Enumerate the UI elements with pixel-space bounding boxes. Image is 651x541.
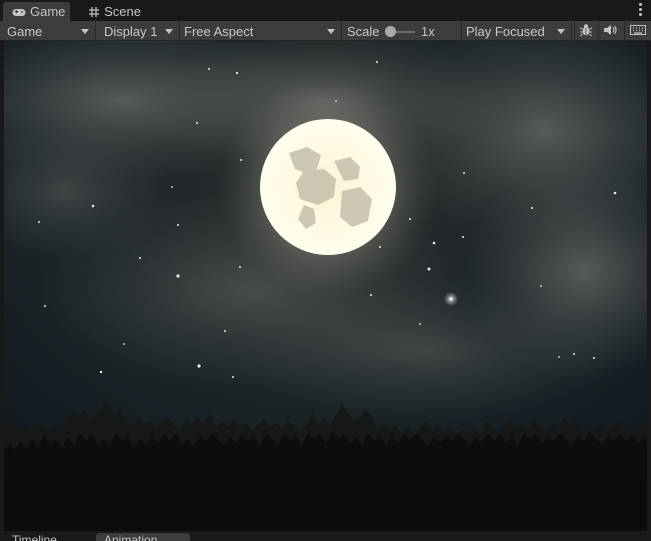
scale-slider-track[interactable] (393, 31, 415, 33)
speaker-icon (603, 24, 617, 39)
tab-timeline[interactable]: Timeline (4, 533, 86, 541)
display-select[interactable]: Display 1 (96, 21, 180, 41)
tab-animation-label: Animation (104, 533, 158, 541)
stats-button[interactable] (574, 21, 596, 41)
tab-timeline-label: Timeline (12, 533, 57, 541)
moon (218, 77, 438, 297)
chevron-down-icon (81, 29, 89, 34)
view-select[interactable]: Game (0, 21, 96, 41)
scale-slider-handle[interactable] (385, 26, 396, 37)
game-view[interactable] (4, 41, 647, 531)
aspect-select-label: Free Aspect (184, 23, 254, 39)
chevron-down-icon (165, 29, 173, 34)
keyboard-icon (630, 24, 646, 39)
play-mode-select[interactable]: Play Focused (462, 21, 572, 41)
tab-animation[interactable]: Animation (96, 533, 190, 541)
game-toolbar: Game Display 1 Free Aspect Scale 1x Play… (0, 21, 651, 41)
view-select-label: Game (7, 23, 43, 39)
play-mode-label: Play Focused (466, 23, 545, 39)
display-select-label: Display 1 (104, 23, 158, 39)
scale-label: Scale (347, 23, 380, 39)
bug-icon (579, 23, 593, 40)
more-options-icon[interactable] (639, 3, 643, 17)
mute-audio-button[interactable] (598, 21, 620, 41)
grid-icon (88, 6, 100, 18)
aspect-select[interactable]: Free Aspect (180, 21, 342, 41)
scale-value: 1x (421, 24, 435, 39)
tab-scene-label: Scene (104, 4, 141, 19)
bottom-tab-bar: Timeline Animation (0, 531, 651, 541)
night-scene (4, 41, 647, 531)
tab-bar: Game Scene (0, 0, 651, 21)
tab-scene[interactable]: Scene (79, 2, 149, 21)
tab-game[interactable]: Game (3, 2, 70, 21)
gamepad-icon (12, 6, 26, 18)
chevron-down-icon (327, 29, 335, 34)
shortcuts-button[interactable] (624, 21, 651, 41)
chevron-down-icon (557, 29, 565, 34)
tab-game-label: Game (30, 4, 66, 19)
